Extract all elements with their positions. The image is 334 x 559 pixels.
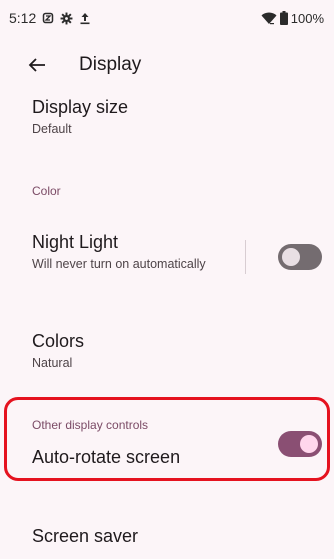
pref-screen-saver[interactable]: Screen saver bbox=[32, 525, 318, 547]
pref-title: Night Light bbox=[32, 232, 119, 252]
arrow-back-icon bbox=[28, 58, 45, 72]
pref-display-size[interactable]: Display size Default bbox=[32, 96, 318, 137]
category-color: Color bbox=[32, 184, 61, 198]
wifi-icon bbox=[261, 12, 277, 25]
pref-colors[interactable]: Colors Natural bbox=[32, 330, 318, 371]
app-bar: Display bbox=[0, 36, 334, 94]
switch-knob bbox=[282, 248, 300, 266]
pref-title: Display size bbox=[32, 97, 129, 117]
highlight-frame bbox=[4, 397, 330, 481]
switch-divider bbox=[245, 240, 246, 274]
pref-night-light[interactable]: Night Light Will never turn on automatic… bbox=[32, 231, 234, 272]
pref-summary: Default bbox=[32, 122, 72, 136]
pref-summary: Natural bbox=[32, 356, 73, 370]
upload-icon bbox=[79, 12, 91, 25]
pref-title: Screen saver bbox=[32, 526, 139, 546]
back-button[interactable] bbox=[22, 50, 52, 80]
pref-title: Colors bbox=[32, 331, 85, 351]
status-time: 5:12 bbox=[9, 10, 37, 26]
status-bar: 5:12 100% bbox=[0, 0, 334, 36]
night-light-switch[interactable] bbox=[278, 244, 322, 270]
battery-icon bbox=[279, 11, 288, 25]
pref-summary: Will never turn on automatically bbox=[32, 257, 206, 271]
gear-icon bbox=[60, 12, 73, 25]
sim-icon bbox=[42, 12, 54, 24]
page-title: Display bbox=[79, 54, 142, 75]
battery-percent: 100% bbox=[290, 10, 324, 26]
